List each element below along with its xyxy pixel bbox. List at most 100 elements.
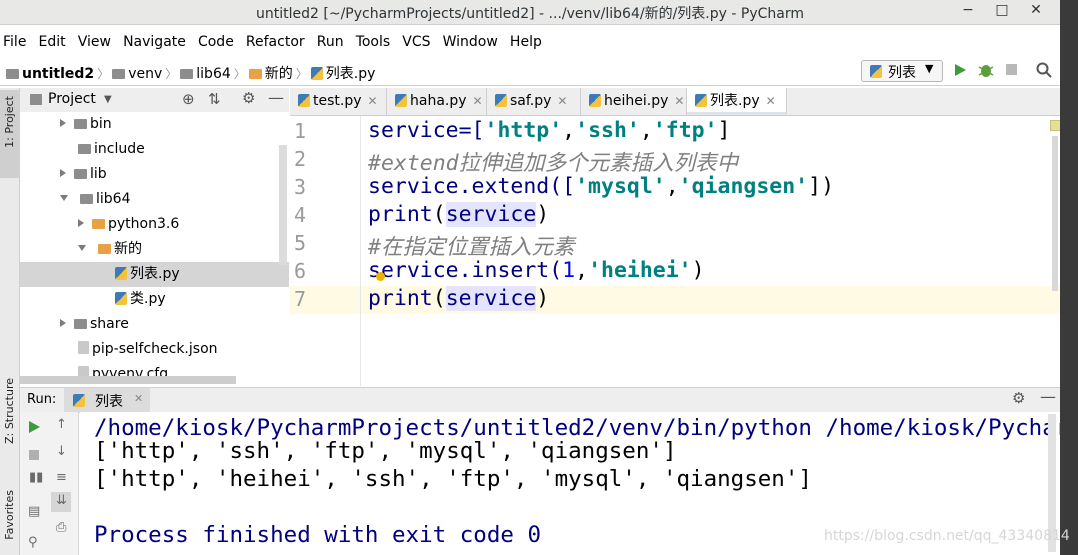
arrow-up-icon[interactable]: ↑	[56, 417, 67, 432]
tree-item-selected-file[interactable]: 列表.py	[20, 262, 289, 287]
menu-refactor[interactable]: Refactor	[243, 31, 308, 53]
breadcrumb-item-folder[interactable]: 新的	[265, 66, 293, 82]
project-tool-tab[interactable]: 1: Project	[0, 90, 19, 178]
breadcrumb-item-lib64[interactable]: lib64	[196, 66, 230, 82]
tree-item-lib[interactable]: lib	[60, 162, 107, 187]
tree-item-lib64[interactable]: lib64	[60, 187, 130, 212]
project-panel-title[interactable]: Project	[48, 91, 96, 107]
close-icon[interactable]: ✕	[473, 94, 483, 108]
tree-item-label: lib	[90, 166, 107, 182]
menu-view[interactable]: View	[75, 31, 114, 53]
pause-icon[interactable]: ▮▮	[29, 470, 43, 485]
folder-link-icon	[80, 194, 93, 204]
menu-run[interactable]: Run	[314, 31, 347, 53]
hide-icon[interactable]: —	[268, 88, 284, 107]
gear-icon[interactable]: ⚙	[1012, 389, 1025, 407]
run-configuration-dropdown[interactable]: 列表 ▼	[861, 60, 943, 82]
window-title: untitled2 [~/PycharmProjects/untitled2] …	[256, 6, 804, 22]
breadcrumb: untitled2 〉 venv 〉 lib64 〉新的〉列表.py	[6, 63, 375, 83]
tree-scrollbar[interactable]	[279, 145, 287, 265]
rerun-icon[interactable]	[27, 420, 41, 434]
close-icon[interactable]: ✕	[557, 94, 567, 108]
tab-test[interactable]: test.py ✕	[290, 88, 387, 115]
code-editor[interactable]: service=['http','ssh','ftp'] #extend拉伸追加…	[361, 116, 1051, 386]
bulb-icon[interactable]	[376, 272, 385, 281]
menu-bar: File Edit View Navigate Code Refactor Ru…	[0, 31, 1060, 53]
stop-icon[interactable]	[1006, 64, 1017, 75]
menu-file[interactable]: File	[0, 31, 29, 53]
scroll-to-end-icon[interactable]: ⇊	[51, 492, 71, 512]
hide-icon[interactable]: —	[1040, 387, 1056, 406]
tree-item-file[interactable]: 类.py	[115, 287, 166, 312]
code-line-3: service.extend(['mysql','qiangsen'])	[368, 174, 835, 199]
collapse-arrow-icon[interactable]	[78, 245, 86, 251]
tree-item-label: bin	[90, 116, 112, 132]
chevron-down-icon[interactable]: ▼	[104, 94, 112, 105]
scrollbar-thumb[interactable]	[1052, 136, 1058, 291]
line-number: 7	[294, 287, 307, 311]
expand-arrow-icon[interactable]	[60, 119, 66, 127]
expand-arrow-icon[interactable]	[60, 319, 66, 327]
line-number: 1	[294, 119, 307, 143]
python-file-icon	[298, 94, 310, 107]
debug-icon[interactable]	[977, 62, 995, 78]
pin-icon[interactable]: ⚲	[28, 535, 38, 550]
editor-scrollbar[interactable]	[1050, 118, 1061, 386]
close-icon[interactable]: ✕	[134, 392, 143, 405]
line-number-gutter: 1 2 3 4 5 6 7	[290, 116, 361, 386]
tree-item-bin[interactable]: bin	[60, 112, 112, 137]
tab-active-file[interactable]: 列表.py ✕	[687, 88, 787, 115]
menu-navigate[interactable]: Navigate	[120, 31, 189, 53]
print-icon[interactable]: ⎙	[56, 520, 66, 535]
minimize-button[interactable]: −	[958, 2, 978, 22]
menu-code[interactable]: Code	[195, 31, 237, 53]
stop-icon[interactable]	[29, 450, 39, 460]
run-tab[interactable]: 列表 ✕	[64, 388, 150, 412]
favorites-tool-tab[interactable]: Favorites	[3, 490, 16, 540]
breadcrumb-item-venv[interactable]: venv	[128, 66, 162, 82]
expand-arrow-icon[interactable]	[60, 169, 66, 177]
target-icon[interactable]: ⊕	[182, 90, 195, 108]
breadcrumb-item-project[interactable]: untitled2	[22, 66, 94, 82]
arrow-down-icon[interactable]: ↓	[56, 444, 67, 459]
breadcrumb-item-file[interactable]: 列表.py	[326, 66, 376, 82]
menu-vcs[interactable]: VCS	[399, 31, 433, 53]
python-file-icon	[73, 394, 85, 407]
tree-item-folder[interactable]: 新的	[78, 237, 142, 262]
soft-wrap-icon[interactable]: ≡	[56, 470, 67, 485]
horizontal-scrollbar[interactable]	[20, 376, 236, 384]
code-line-6: service.insert(1,'heihei')	[368, 258, 705, 283]
structure-tool-tab[interactable]: Z: Structure	[3, 378, 16, 444]
gear-icon[interactable]: ⚙	[242, 89, 255, 107]
expand-arrow-icon[interactable]	[78, 219, 84, 227]
search-icon[interactable]	[1036, 62, 1052, 78]
menu-edit[interactable]: Edit	[36, 31, 69, 53]
close-icon[interactable]: ✕	[368, 94, 378, 108]
maximize-button[interactable]: □	[992, 2, 1012, 22]
line-number: 4	[294, 203, 307, 227]
collapse-icon[interactable]: ⇅	[208, 90, 221, 108]
tree-item-json-file[interactable]: pip-selfcheck.json	[78, 337, 218, 362]
run-toolbar: ↑ ↓ ▮▮ ≡ ⇊ ▤ ⎙ ⚲	[20, 412, 79, 555]
close-icon[interactable]: ✕	[674, 94, 684, 108]
line-number: 3	[294, 175, 307, 199]
tab-saf[interactable]: saf.py ✕	[487, 88, 581, 115]
tree-item-python36[interactable]: python3.6	[78, 212, 179, 237]
tree-item-include[interactable]: include	[78, 137, 145, 162]
tree-item-share[interactable]: share	[60, 312, 129, 337]
run-panel-header: Run: 列表 ✕ ⚙ —	[20, 387, 1060, 413]
menu-window[interactable]: Window	[440, 31, 501, 53]
folder-icon	[6, 69, 19, 79]
run-configuration-label: 列表	[888, 65, 916, 81]
tab-haha[interactable]: haha.py ✕	[387, 88, 487, 115]
tab-heihei[interactable]: heihei.py ✕	[581, 88, 687, 115]
menu-tools[interactable]: Tools	[353, 31, 394, 53]
run-icon[interactable]	[952, 62, 968, 78]
close-icon[interactable]: ✕	[766, 94, 776, 108]
folder-icon	[98, 244, 111, 254]
layout-icon[interactable]: ▤	[28, 504, 40, 519]
collapse-arrow-icon[interactable]	[60, 195, 68, 201]
close-button[interactable]: ✕	[1026, 2, 1046, 22]
tree-item-label: 列表.py	[130, 266, 180, 282]
menu-help[interactable]: Help	[507, 31, 545, 53]
